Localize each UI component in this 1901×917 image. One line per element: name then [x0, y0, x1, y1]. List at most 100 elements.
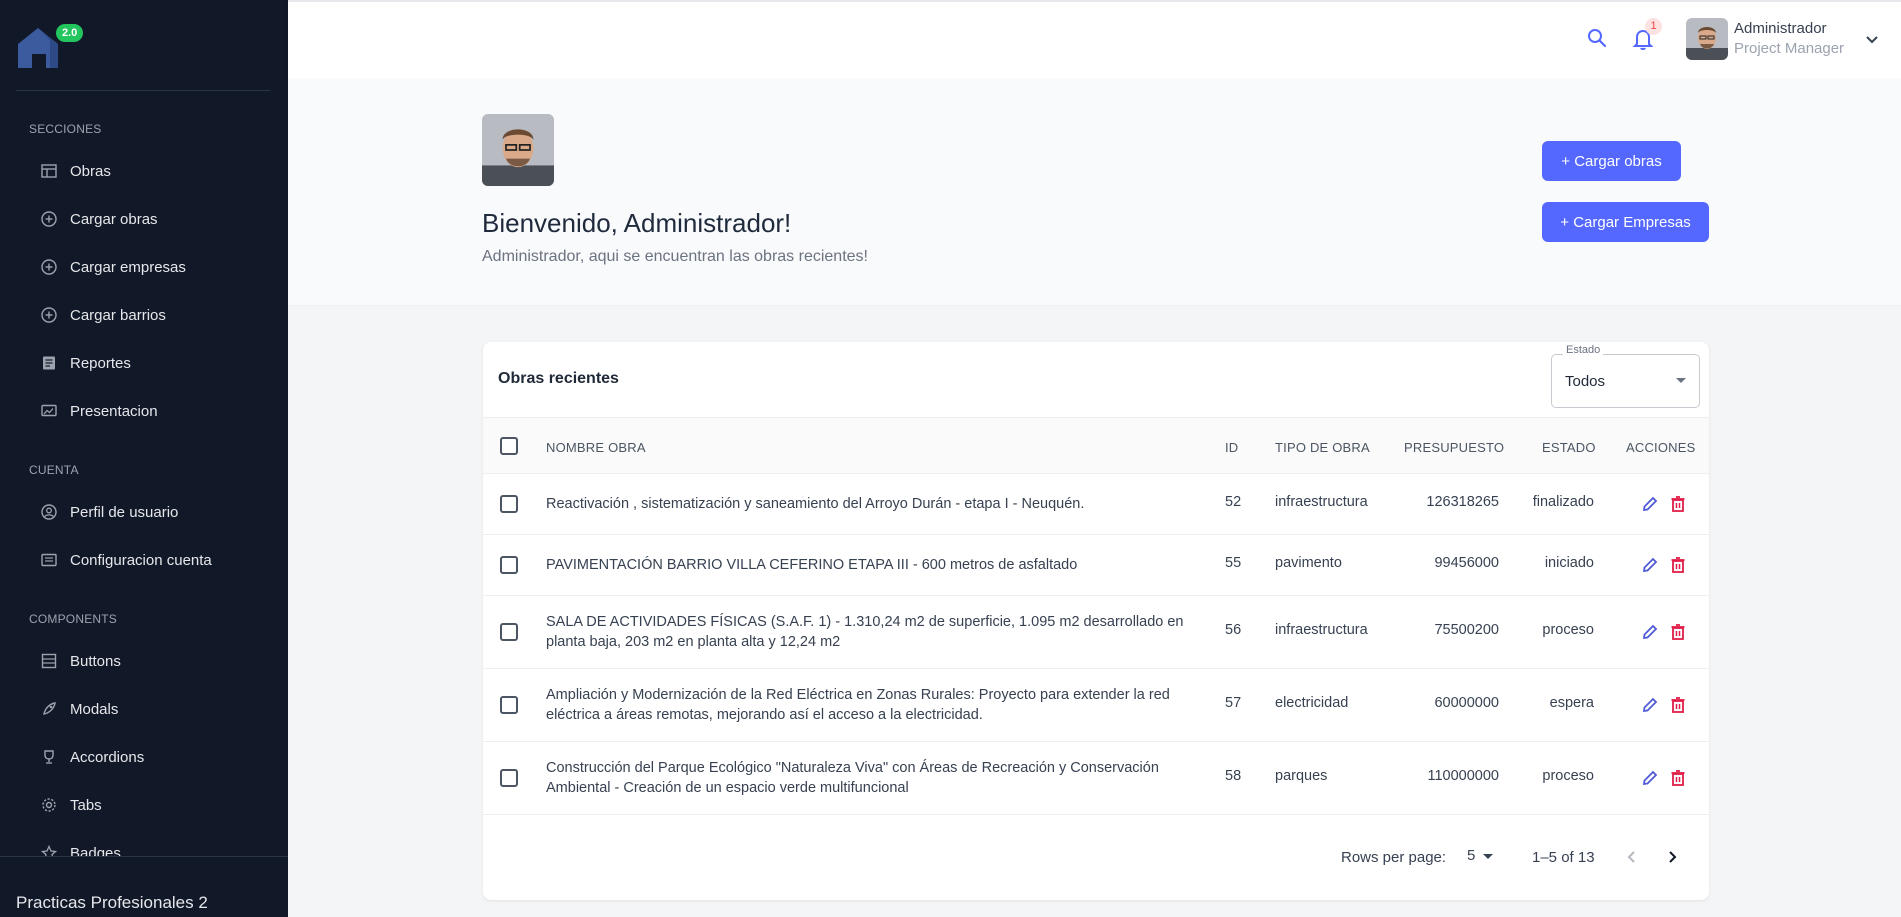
edit-pencil-icon[interactable]	[1641, 623, 1659, 641]
app-logo[interactable]: 2.0	[16, 24, 86, 76]
sidebar-item-label: Presentacion	[70, 402, 158, 420]
obra-nombre: SALA DE ACTIVIDADES FÍSICAS (S.A.F. 1) -…	[546, 614, 1184, 650]
column-header[interactable]: ID	[1225, 440, 1238, 455]
estado-filter-select[interactable]: Todos	[1551, 354, 1700, 408]
sidebar-item-label: Buttons	[70, 652, 121, 670]
sidebar-item-accordions[interactable]: Accordions	[28, 737, 264, 777]
sidebar-item-modals[interactable]: Modals	[28, 689, 264, 729]
obra-estado: finalizado	[1532, 494, 1594, 510]
delete-trash-icon[interactable]	[1669, 623, 1687, 641]
pagination-range: 1–5 of 13	[1532, 849, 1595, 866]
table-icon	[40, 162, 58, 180]
column-header[interactable]: PRESUPUESTO	[1404, 440, 1504, 455]
edit-pencil-icon[interactable]	[1641, 556, 1659, 574]
plus-circle-icon	[40, 210, 58, 228]
sidebar-item-label: Modals	[70, 700, 119, 718]
obra-estado: espera	[1549, 695, 1594, 711]
cargar-obras-button[interactable]: + Cargar obras	[1542, 141, 1681, 181]
welcome-avatar	[482, 114, 554, 186]
sidebar: 2.0 SECCIONES Obras Cargar obras Cargar …	[0, 0, 288, 917]
column-header[interactable]: NOMBRE OBRA	[546, 440, 646, 455]
avatar[interactable]	[1686, 18, 1728, 60]
row-checkbox[interactable]	[500, 495, 518, 513]
select-all-checkbox[interactable]	[500, 437, 518, 455]
obra-presupuesto: 60000000	[1434, 695, 1499, 711]
row-checkbox[interactable]	[500, 696, 518, 714]
section-title-secciones: SECCIONES	[29, 122, 102, 136]
version-badge: 2.0	[56, 24, 84, 42]
obra-presupuesto: 110000000	[1427, 768, 1499, 784]
sidebar-item-label: Accordions	[70, 748, 145, 766]
obra-estado: iniciado	[1544, 555, 1594, 571]
page-title: Bienvenido, Administrador!	[482, 208, 792, 238]
rows-per-page-select[interactable]: 5	[1467, 847, 1503, 869]
footer-title: Practicas Profesionales 2	[16, 893, 208, 912]
chevron-right-icon[interactable]	[1661, 846, 1683, 868]
plus-circle-icon	[40, 306, 58, 324]
obra-nombre: Construcción del Parque Ecológico "Natur…	[546, 760, 1159, 796]
sidebar-item-cargar-empresas[interactable]: Cargar empresas	[28, 247, 264, 287]
edit-pencil-icon[interactable]	[1641, 769, 1659, 787]
gear-icon	[40, 796, 58, 814]
obra-nombre: PAVIMENTACIÓN BARRIO VILLA CEFERINO ETAP…	[546, 557, 1078, 573]
sidebar-item-tabs[interactable]: Tabs	[28, 785, 264, 825]
edit-pencil-icon[interactable]	[1641, 495, 1659, 513]
sidebar-item-label: Perfil de usuario	[70, 503, 179, 521]
notification-badge: 1	[1645, 18, 1662, 35]
delete-trash-icon[interactable]	[1669, 495, 1687, 513]
user-avatar-icon	[1686, 18, 1728, 60]
sidebar-item-reportes[interactable]: Reportes	[28, 343, 264, 383]
search-icon[interactable]	[1586, 27, 1610, 51]
table-row[interactable]: Construcción del Parque Ecológico "Natur…	[483, 742, 1709, 815]
chevron-down-icon[interactable]	[1862, 29, 1882, 49]
sidebar-item-label: Cargar barrios	[70, 306, 166, 324]
sidebar-item-label: Cargar empresas	[70, 258, 186, 276]
delete-trash-icon[interactable]	[1669, 696, 1687, 714]
row-checkbox[interactable]	[500, 623, 518, 641]
obra-presupuesto: 126318265	[1426, 494, 1499, 510]
sidebar-item-cargar-barrios[interactable]: Cargar barrios	[28, 295, 264, 335]
edit-pencil-icon[interactable]	[1641, 696, 1659, 714]
plus-circle-icon	[40, 258, 58, 276]
sidebar-item-buttons[interactable]: Buttons	[28, 641, 264, 681]
column-header[interactable]: TIPO DE OBRA	[1275, 440, 1370, 455]
settings-list-icon	[40, 551, 58, 569]
estado-filter-value: Todos	[1565, 373, 1606, 390]
obra-presupuesto: 75500200	[1434, 622, 1499, 638]
obra-id: 52	[1225, 494, 1242, 510]
sidebar-item-presentacion[interactable]: Presentacion	[28, 391, 264, 431]
rocket-icon	[40, 700, 58, 718]
rows-per-page-value: 5	[1467, 847, 1476, 864]
sidebar-item-cargar-obras[interactable]: Cargar obras	[28, 199, 264, 239]
grid-icon	[40, 652, 58, 670]
table-row[interactable]: Ampliación y Modernización de la Red Elé…	[483, 669, 1709, 742]
sidebar-item-configuracion[interactable]: Configuracion cuenta	[28, 540, 264, 580]
obra-nombre: Ampliación y Modernización de la Red Elé…	[546, 687, 1170, 723]
obra-nombre: Reactivación , sistematización y saneami…	[546, 496, 1085, 512]
estado-filter-label: Estado	[1563, 344, 1604, 356]
section-title-components: COMPONENTS	[29, 612, 118, 626]
sidebar-item-obras[interactable]: Obras	[28, 151, 264, 191]
sidebar-item-label: Reportes	[70, 354, 131, 372]
table-row[interactable]: Reactivación , sistematización y saneami…	[483, 474, 1709, 535]
column-header[interactable]: ESTADO	[1542, 440, 1596, 455]
obra-tipo: infraestructura	[1275, 622, 1368, 638]
page-subtitle: Administrador, aqui se encuentran las ob…	[482, 248, 868, 265]
obra-tipo: infraestructura	[1275, 494, 1368, 510]
delete-trash-icon[interactable]	[1669, 556, 1687, 574]
table-header: NOMBRE OBRA ID TIPO DE OBRA PRESUPUESTO …	[483, 417, 1709, 474]
table-row[interactable]: SALA DE ACTIVIDADES FÍSICAS (S.A.F. 1) -…	[483, 596, 1709, 669]
sidebar-item-perfil[interactable]: Perfil de usuario	[28, 492, 264, 532]
section-title-cuenta: CUENTA	[29, 463, 79, 477]
delete-trash-icon[interactable]	[1669, 769, 1687, 787]
presentation-icon	[40, 402, 58, 420]
chevron-left-icon[interactable]	[1621, 846, 1643, 868]
table-row[interactable]: PAVIMENTACIÓN BARRIO VILLA CEFERINO ETAP…	[483, 535, 1709, 596]
obra-id: 56	[1225, 622, 1242, 638]
cargar-empresas-button[interactable]: + Cargar Empresas	[1542, 202, 1709, 242]
user-role: Project Manager	[1734, 40, 1845, 57]
sidebar-item-label: Obras	[70, 162, 111, 180]
row-checkbox[interactable]	[500, 769, 518, 787]
row-checkbox[interactable]	[500, 556, 518, 574]
obra-id: 57	[1225, 695, 1242, 711]
